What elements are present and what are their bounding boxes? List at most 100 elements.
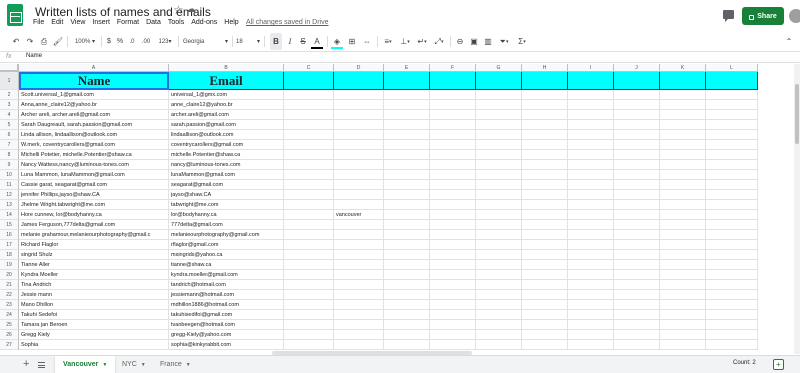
cell[interactable] xyxy=(430,280,476,290)
cell[interactable] xyxy=(384,230,430,240)
cell[interactable] xyxy=(430,250,476,260)
cell[interactable] xyxy=(522,280,568,290)
cell[interactable] xyxy=(430,260,476,270)
percent-button[interactable]: % xyxy=(116,33,124,50)
cell[interactable] xyxy=(476,110,522,120)
cell[interactable]: singrid Shulz xyxy=(19,250,169,260)
cell[interactable]: Cassie garat, seagarat@gmail.com xyxy=(19,180,169,190)
cell[interactable] xyxy=(384,220,430,230)
cell[interactable] xyxy=(334,260,384,270)
cell[interactable] xyxy=(614,250,660,260)
cell[interactable] xyxy=(334,300,384,310)
cell[interactable] xyxy=(334,170,384,180)
row-number[interactable]: 11 xyxy=(0,180,19,190)
cell[interactable]: kyndra.moeller@gmail.com xyxy=(169,270,284,280)
header-cell[interactable] xyxy=(522,72,568,90)
cell[interactable] xyxy=(522,200,568,210)
cell[interactable] xyxy=(384,340,430,350)
cell[interactable] xyxy=(706,150,758,160)
cell[interactable] xyxy=(334,340,384,350)
cell[interactable] xyxy=(430,320,476,330)
cell[interactable]: Michelli Potetier, michelle.Potentier@sh… xyxy=(19,150,169,160)
cell[interactable]: vancouver xyxy=(334,210,384,220)
row-number[interactable]: 12 xyxy=(0,190,19,200)
row-number[interactable]: 24 xyxy=(0,310,19,320)
scrollbar-thumb[interactable] xyxy=(795,84,799,144)
cell[interactable] xyxy=(568,300,614,310)
cell[interactable] xyxy=(660,150,706,160)
row-number[interactable]: 22 xyxy=(0,290,19,300)
cell[interactable]: Sarah Daugreault, sarah.passion@gmail.co… xyxy=(19,120,169,130)
menu-help[interactable]: Help xyxy=(224,19,238,31)
header-cell-name[interactable]: Name xyxy=(19,72,169,90)
cell[interactable] xyxy=(706,190,758,200)
cell[interactable] xyxy=(660,250,706,260)
paint-format-icon[interactable]: 🖌 xyxy=(52,33,64,50)
header-cell[interactable] xyxy=(476,72,522,90)
cell[interactable] xyxy=(706,210,758,220)
cell[interactable] xyxy=(476,260,522,270)
cell[interactable] xyxy=(614,190,660,200)
cell[interactable] xyxy=(614,270,660,280)
cell[interactable] xyxy=(706,240,758,250)
cell[interactable]: nancy@luminous-tones.com xyxy=(169,160,284,170)
increase-decimal-button[interactable]: .00 xyxy=(139,33,153,50)
cell[interactable] xyxy=(660,270,706,280)
cell[interactable] xyxy=(284,110,334,120)
cell[interactable] xyxy=(614,130,660,140)
undo-icon[interactable]: ↶ xyxy=(10,33,22,50)
cell[interactable] xyxy=(476,130,522,140)
column-header[interactable]: F xyxy=(430,64,476,72)
cell[interactable] xyxy=(522,210,568,220)
cell[interactable] xyxy=(614,160,660,170)
cell[interactable] xyxy=(706,260,758,270)
header-cell[interactable] xyxy=(706,72,758,90)
cell[interactable] xyxy=(568,250,614,260)
cell[interactable] xyxy=(430,90,476,100)
cell[interactable] xyxy=(568,130,614,140)
cell[interactable] xyxy=(660,330,706,340)
cell[interactable] xyxy=(334,120,384,130)
cell[interactable] xyxy=(284,230,334,240)
cell[interactable] xyxy=(706,100,758,110)
cell[interactable] xyxy=(384,280,430,290)
cell[interactable] xyxy=(706,200,758,210)
cell[interactable] xyxy=(522,130,568,140)
cell[interactable] xyxy=(614,170,660,180)
cell[interactable]: Jhelme Wright.tabwright@me.com xyxy=(19,200,169,210)
cell[interactable]: lor@bodyhanny.ca xyxy=(169,210,284,220)
cell[interactable] xyxy=(660,170,706,180)
row-number[interactable]: 14 xyxy=(0,210,19,220)
cell[interactable] xyxy=(660,260,706,270)
cell[interactable] xyxy=(284,180,334,190)
cell[interactable] xyxy=(430,130,476,140)
cell[interactable]: seagarat@gmail.com xyxy=(169,180,284,190)
all-sheets-icon[interactable] xyxy=(38,362,45,368)
functions-icon[interactable]: Σ ▾ xyxy=(514,33,530,50)
cell[interactable] xyxy=(568,280,614,290)
cell[interactable] xyxy=(614,290,660,300)
cell[interactable] xyxy=(660,130,706,140)
cell[interactable] xyxy=(284,250,334,260)
column-header[interactable]: D xyxy=(334,64,384,72)
cell[interactable]: Sophia xyxy=(19,340,169,350)
text-rotate-icon[interactable]: ⤢ ▾ xyxy=(432,33,446,50)
cell[interactable] xyxy=(660,340,706,350)
cell[interactable] xyxy=(430,150,476,160)
row-number[interactable]: 25 xyxy=(0,320,19,330)
row-number[interactable]: 9 xyxy=(0,160,19,170)
cell[interactable] xyxy=(614,320,660,330)
more-formats-button[interactable]: 123 ▾ xyxy=(156,33,174,50)
cell[interactable] xyxy=(430,210,476,220)
cell[interactable] xyxy=(706,140,758,150)
row-number[interactable]: 5 xyxy=(0,120,19,130)
row-number[interactable]: 23 xyxy=(0,300,19,310)
cell[interactable] xyxy=(284,190,334,200)
collapse-toolbar-icon[interactable]: ⌃ xyxy=(784,33,794,50)
cell[interactable] xyxy=(476,340,522,350)
fill-color-button[interactable]: ◈ xyxy=(331,33,343,50)
cell[interactable] xyxy=(706,340,758,350)
cell[interactable] xyxy=(430,220,476,230)
cell[interactable] xyxy=(284,300,334,310)
cell[interactable]: Hore cunnew, lor@bodyhanny.ca xyxy=(19,210,169,220)
